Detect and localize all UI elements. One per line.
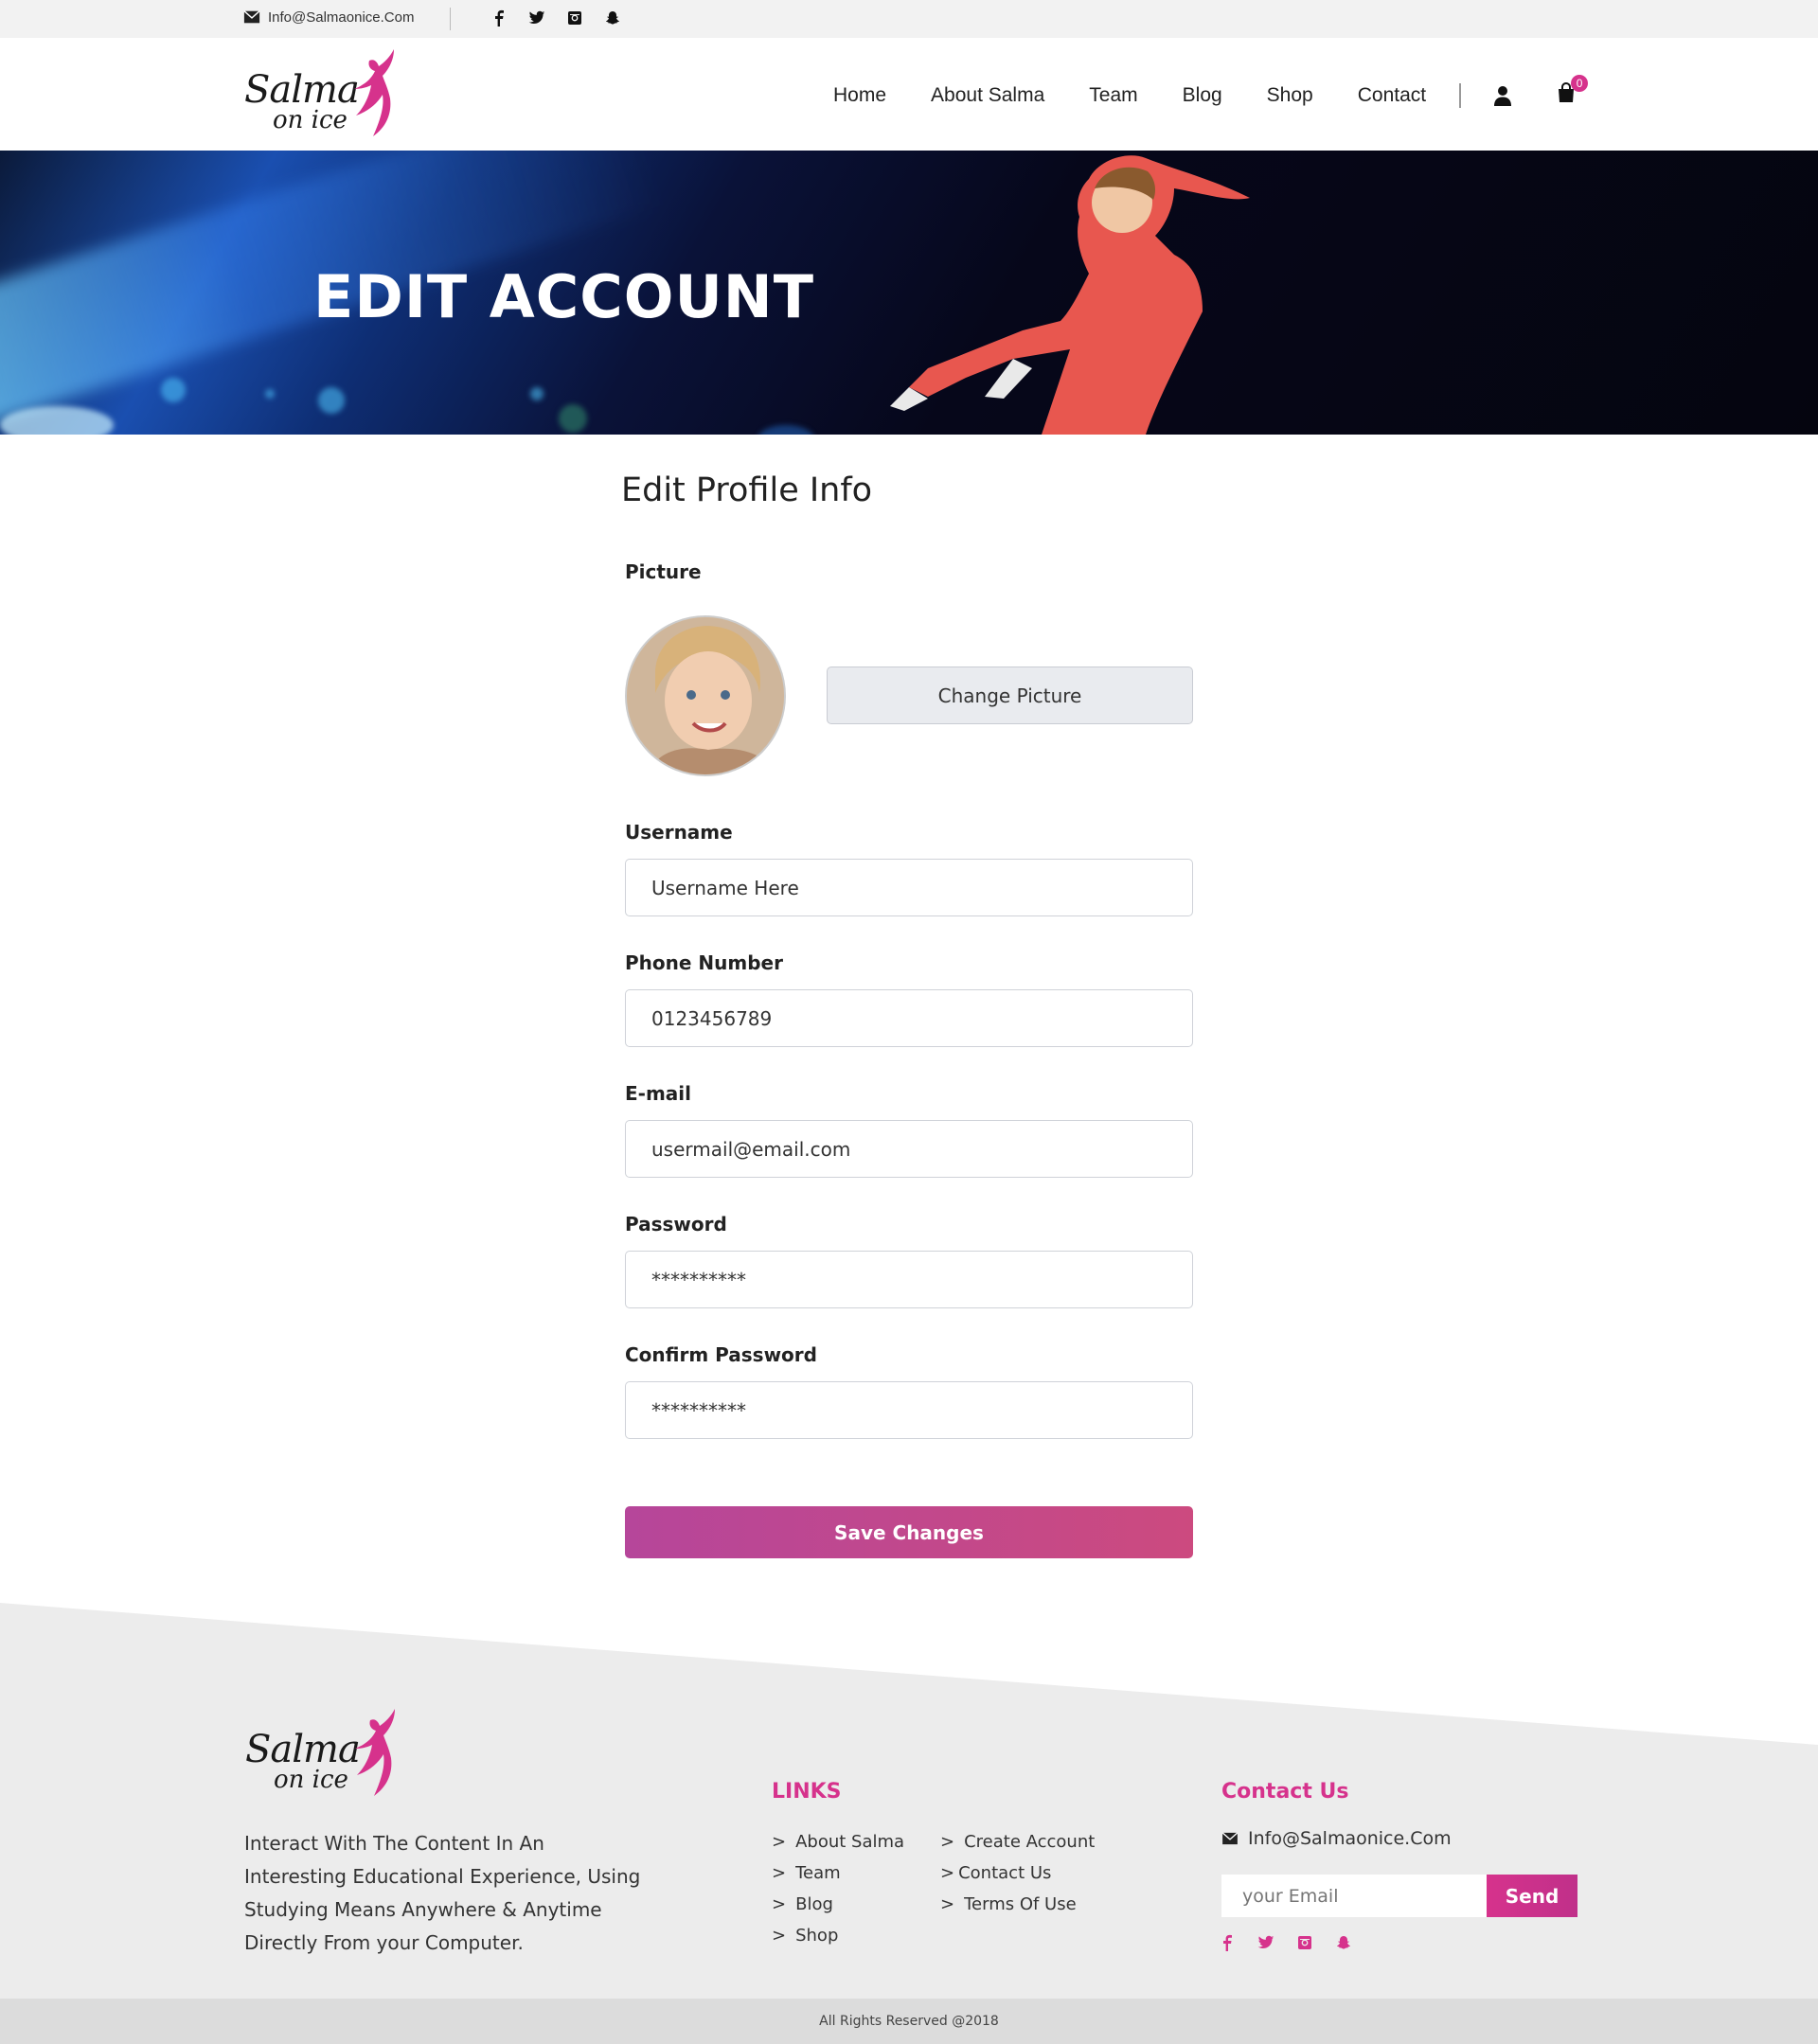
footer-link-label: Shop xyxy=(795,1926,839,1946)
confirm-password-input[interactable]: ********** xyxy=(625,1381,1193,1439)
footer-socials xyxy=(1219,1934,1352,1951)
footer-link-label: Blog xyxy=(795,1894,833,1914)
hero-banner: EDIT ACCOUNT xyxy=(0,151,1818,435)
instagram-icon[interactable] xyxy=(566,9,583,27)
nav-shop[interactable]: Shop xyxy=(1267,84,1313,107)
footer-link-terms[interactable]: > Terms Of Use xyxy=(940,1894,1095,1926)
username-label: Username xyxy=(625,821,733,844)
instagram-icon[interactable] xyxy=(1296,1934,1313,1951)
newsletter-email-input[interactable] xyxy=(1221,1875,1487,1917)
footer-links-col2: > Create Account > Contact Us > Terms Of Us… xyxy=(940,1832,1095,1926)
hero-glow xyxy=(318,387,345,414)
phone-input[interactable]: 0123456789 xyxy=(625,989,1193,1047)
snapchat-icon[interactable] xyxy=(1335,1934,1352,1951)
change-picture-button[interactable]: Change Picture xyxy=(827,667,1193,724)
footer-contact-heading: Contact Us xyxy=(1221,1780,1349,1804)
hero-glow xyxy=(0,406,114,435)
twitter-icon[interactable] xyxy=(1257,1934,1274,1951)
twitter-icon[interactable] xyxy=(528,9,545,27)
nav-home[interactable]: Home xyxy=(833,84,886,107)
nav-blog[interactable]: Blog xyxy=(1183,84,1222,107)
hero-glow xyxy=(559,404,587,433)
facebook-icon[interactable] xyxy=(490,9,508,27)
footer-link-about[interactable]: > About Salma xyxy=(772,1832,904,1863)
footer-link-blog[interactable]: > Blog xyxy=(772,1894,904,1926)
footer-contact-email-text: Info@Salmaonice.Com xyxy=(1248,1828,1452,1849)
main-nav: Home About Salma Team Blog Shop Contact … xyxy=(833,75,1589,108)
nav-contact[interactable]: Contact xyxy=(1358,84,1426,107)
form-title: Edit Profile Info xyxy=(621,471,873,509)
phone-label: Phone Number xyxy=(625,951,783,974)
password-input[interactable]: ********** xyxy=(625,1251,1193,1308)
save-changes-button[interactable]: Save Changes xyxy=(625,1506,1193,1558)
dancer-logo-icon xyxy=(355,1709,395,1796)
nav-about[interactable]: About Salma xyxy=(931,84,1044,107)
top-bar: Info@Salmaonice.Com xyxy=(0,0,1818,38)
topbar-email[interactable]: Info@Salmaonice.Com xyxy=(243,9,414,26)
footer-contact-email[interactable]: Info@Salmaonice.Com xyxy=(1221,1828,1452,1849)
hero-glow xyxy=(265,389,275,399)
facebook-icon[interactable] xyxy=(1219,1934,1236,1951)
envelope-icon xyxy=(1221,1832,1239,1845)
topbar-email-text: Info@Salmaonice.Com xyxy=(268,9,415,26)
nav-team[interactable]: Team xyxy=(1089,84,1137,107)
snapchat-icon[interactable] xyxy=(604,9,621,27)
password-label: Password xyxy=(625,1213,727,1235)
footer-link-create-account[interactable]: > Create Account xyxy=(940,1832,1095,1863)
footer-link-label: Contact Us xyxy=(958,1863,1052,1883)
girl-portrait-image xyxy=(627,617,784,774)
picture-label: Picture xyxy=(625,560,702,583)
username-input[interactable]: Username Here xyxy=(625,859,1193,916)
footer-link-shop[interactable]: > Shop xyxy=(772,1926,904,1957)
footer-link-team[interactable]: > Team xyxy=(772,1863,904,1894)
footer-link-label: Team xyxy=(795,1863,841,1883)
cart-button[interactable]: 0 xyxy=(1556,75,1589,108)
footer-link-label: Terms Of Use xyxy=(964,1894,1077,1914)
hero-glow xyxy=(161,378,186,402)
site-logo[interactable]: Salma on ice xyxy=(241,47,401,142)
hero-glow xyxy=(758,425,814,435)
hero-glow xyxy=(530,387,544,400)
confirm-password-label: Confirm Password xyxy=(625,1343,817,1366)
profile-avatar xyxy=(625,615,786,776)
nav-divider xyxy=(1459,82,1462,108)
email-label: E-mail xyxy=(625,1082,692,1105)
copyright-bar: All Rights Reserved @2018 xyxy=(0,1999,1818,2044)
skater-image xyxy=(890,155,1250,435)
newsletter-send-button[interactable]: Send xyxy=(1487,1875,1577,1917)
footer-links-col1: > About Salma > Team > Blog > Shop xyxy=(772,1832,904,1957)
newsletter-form: Send xyxy=(1221,1875,1577,1917)
footer-link-label: About Salma xyxy=(795,1832,905,1852)
dancer-logo-icon xyxy=(354,49,394,136)
footer-logo[interactable]: Salma on ice xyxy=(241,1707,402,1802)
cart-count-badge: 0 xyxy=(1571,75,1589,92)
topbar-socials xyxy=(490,9,621,27)
footer-link-contact-us[interactable]: > Contact Us xyxy=(940,1863,1095,1894)
hero-title: EDIT ACCOUNT xyxy=(313,262,814,331)
footer-links-heading: LINKS xyxy=(772,1780,842,1804)
user-icon[interactable] xyxy=(1493,85,1512,106)
footer-description: Interact With The Content In An Interest… xyxy=(244,1832,641,1954)
email-input[interactable]: usermail@email.com xyxy=(625,1120,1193,1178)
topbar-divider xyxy=(450,8,451,30)
footer-link-label: Create Account xyxy=(964,1832,1096,1852)
envelope-icon xyxy=(243,10,260,24)
